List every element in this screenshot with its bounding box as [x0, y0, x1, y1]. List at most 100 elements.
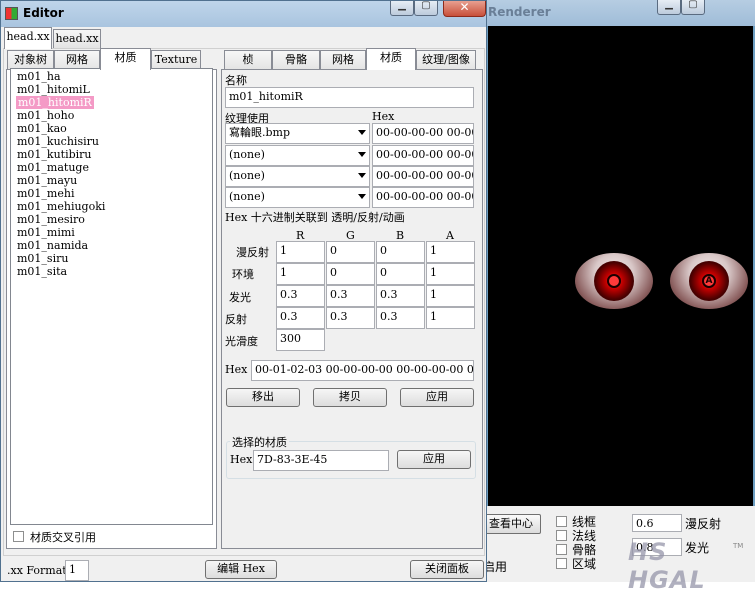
close-icon: ✕ [459, 0, 470, 14]
tab-label: 网格 [332, 53, 354, 66]
diffuse-intensity-label: 漫反射 [685, 517, 722, 531]
button-label: 应用 [423, 452, 445, 465]
texture-hex-input-3[interactable]: 00-00-00-00 00-00-0 [372, 166, 474, 187]
edit-hex-button[interactable]: 编辑 Hex [205, 560, 277, 579]
view-center-button[interactable]: 查看中心 [481, 514, 541, 534]
list-item[interactable]: m01_ha [17, 70, 61, 83]
specular-g-input[interactable]: 0.3 [326, 307, 375, 329]
texture-hex-value: 00-00-00-00 00-00-0 [376, 148, 473, 161]
material-hex-input[interactable]: 00-01-02-03 00-00-00-00 00-00-00-00 00-0… [251, 360, 474, 381]
format-input[interactable]: 1 [65, 560, 89, 581]
editor-maximize-button[interactable]: ▢ [414, 0, 438, 16]
tab-right-mesh[interactable]: 网格 [320, 50, 366, 70]
ambient-a-input[interactable]: 1 [426, 263, 475, 285]
list-item[interactable]: m01_hitomiR [16, 96, 94, 109]
material-cross-ref-checkbox[interactable] [13, 531, 24, 542]
list-item[interactable]: m01_kuchisiru [17, 135, 99, 148]
file-tab-label: head.xx [55, 32, 99, 45]
normals-checkbox[interactable] [556, 530, 567, 541]
region-checkbox[interactable] [556, 558, 567, 569]
selected-apply-button[interactable]: 应用 [397, 450, 471, 469]
tab-bones[interactable]: 骨骼 [272, 50, 320, 70]
material-list[interactable]: m01_ha m01_hitomiL m01_hitomiR m01_hoho m01_… [10, 68, 213, 525]
texture-select-value: 寫輪眼.bmp [229, 126, 291, 139]
material-name-input[interactable]: m01_hitomiR [225, 87, 474, 108]
tab-right-material[interactable]: 材质 [366, 48, 416, 70]
close-panel-button[interactable]: 关闭面板 [410, 560, 484, 579]
list-item[interactable]: m01_matuge [17, 161, 89, 174]
tab-mesh[interactable]: 网格 [54, 50, 100, 70]
specular-a-input[interactable]: 1 [426, 307, 475, 329]
bones-checkbox[interactable] [556, 544, 567, 555]
list-item[interactable]: m01_mesiro [17, 213, 85, 226]
list-item[interactable]: m01_mehi [17, 187, 74, 200]
remove-button[interactable]: 移出 [226, 388, 300, 407]
color-value: 0 [330, 266, 337, 279]
list-item[interactable]: m01_kao [17, 122, 67, 135]
editor-close-button[interactable]: ✕ [443, 0, 486, 17]
editor-title: Editor [23, 6, 64, 20]
render-viewport[interactable]: A [488, 26, 753, 506]
diffuse-intensity-value: 0.6 [636, 517, 654, 530]
format-label: .xx Format [7, 564, 67, 577]
apply-button[interactable]: 应用 [400, 388, 474, 407]
list-item[interactable]: m01_mehiugoki [17, 200, 105, 213]
emissive-b-input[interactable]: 0.3 [376, 285, 425, 307]
texture-hex-label: Hex [372, 110, 395, 123]
hex-row-label: Hex [225, 363, 248, 376]
tab-texture[interactable]: Texture [151, 50, 201, 70]
list-item[interactable]: m01_siru [17, 252, 68, 265]
list-item[interactable]: m01_hitomiL [17, 83, 90, 96]
list-item[interactable]: m01_hoho [17, 109, 74, 122]
chevron-down-icon [358, 173, 366, 178]
view-center-label: 查看中心 [489, 517, 533, 530]
diffuse-r-input[interactable]: 1 [276, 241, 325, 263]
tab-texture-image[interactable]: 纹理/图像 [416, 50, 476, 70]
emissive-r-input[interactable]: 0.3 [276, 285, 325, 307]
editor-minimize-button[interactable]: ▁ [390, 0, 414, 16]
smoothness-input[interactable]: 300 [276, 329, 325, 351]
texture-select-4[interactable]: (none) [225, 187, 370, 208]
emissive-g-input[interactable]: 0.3 [326, 285, 375, 307]
renderer-titlebar[interactable]: Renderer ▁ ▢ [485, 0, 755, 26]
tab-object-tree[interactable]: 对象树 [7, 50, 54, 70]
texture-select-2[interactable]: (none) [225, 145, 370, 166]
renderer-maximize-button[interactable]: ▢ [681, 0, 705, 15]
smoothness-label: 光滑度 [225, 335, 258, 348]
tab-label: 桢 [242, 53, 254, 66]
color-value: 1 [280, 244, 287, 257]
specular-r-input[interactable]: 0.3 [276, 307, 325, 329]
list-item[interactable]: m01_sita [17, 265, 67, 278]
texture-hex-input-4[interactable]: 00-00-00-00 00-00-0 [372, 187, 474, 208]
texture-hex-input-2[interactable]: 00-00-00-00 00-00-0 [372, 145, 474, 166]
list-item[interactable]: m01_namida [17, 239, 88, 252]
diffuse-intensity-input[interactable]: 0.6 [632, 514, 682, 532]
texture-select-3[interactable]: (none) [225, 166, 370, 187]
diffuse-g-input[interactable]: 0 [326, 241, 375, 263]
ambient-r-input[interactable]: 1 [276, 263, 325, 285]
tab-label: 纹理/图像 [422, 53, 470, 66]
texture-hex-input-1[interactable]: 00-00-00-00 00-00-0 [372, 123, 474, 144]
tab-material[interactable]: 材质 [100, 48, 151, 70]
copy-button[interactable]: 拷贝 [313, 388, 387, 407]
file-tab-head-xx[interactable]: head.xx [4, 27, 52, 49]
renderer-minimize-button[interactable]: ▁ [657, 0, 681, 15]
selected-hex-input[interactable]: 7D-83-3E-45 [253, 450, 389, 471]
texture-select-1[interactable]: 寫輪眼.bmp [225, 123, 370, 144]
specular-b-input[interactable]: 0.3 [376, 307, 425, 329]
diffuse-b-input[interactable]: 0 [376, 241, 425, 263]
list-item[interactable]: m01_kutibiru [17, 148, 92, 161]
maximize-icon: ▢ [688, 0, 698, 10]
emissive-a-input[interactable]: 1 [426, 285, 475, 307]
wireframe-checkbox[interactable] [556, 516, 567, 527]
list-item[interactable]: m01_mimi [17, 226, 75, 239]
list-item[interactable]: m01_mayu [17, 174, 77, 187]
diffuse-a-input[interactable]: 1 [426, 241, 475, 263]
ambient-b-input[interactable]: 0 [376, 263, 425, 285]
editor-titlebar[interactable]: Editor ▁ ▢ ✕ [1, 0, 486, 27]
color-value: 0.3 [330, 288, 348, 301]
file-tab-head-xx-2[interactable]: head.xx [53, 29, 101, 49]
tab-frames[interactable]: 桢 [224, 50, 272, 70]
material-cross-ref-label: 材质交叉引用 [30, 531, 96, 544]
ambient-g-input[interactable]: 0 [326, 263, 375, 285]
